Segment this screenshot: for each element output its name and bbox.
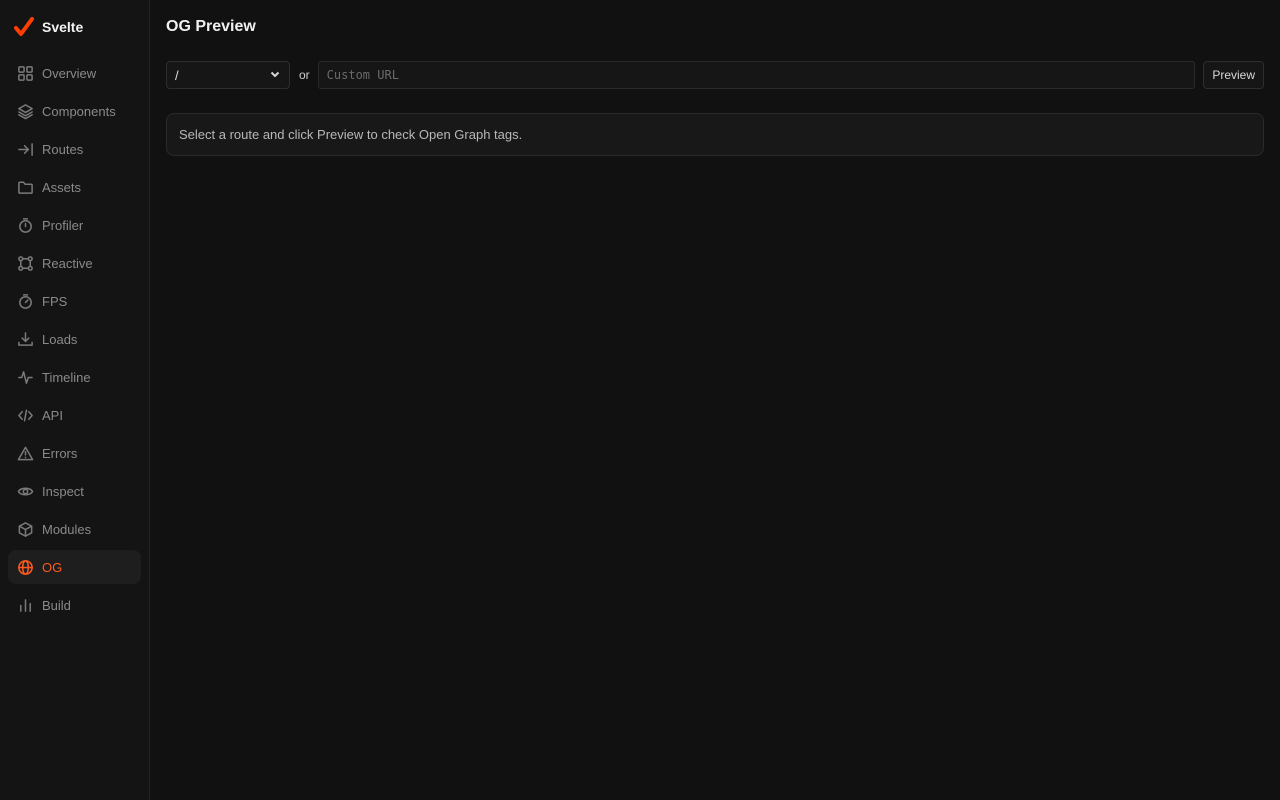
sidebar-item-label: Assets [42, 179, 82, 195]
sidebar-item-label: FPS [42, 293, 68, 309]
sidebar-item-label: Profiler [42, 217, 84, 233]
sidebar-item-build[interactable]: Build [8, 588, 141, 622]
sidebar-item-label: Components [42, 103, 116, 119]
sidebar-item-errors[interactable]: Errors [8, 436, 141, 470]
info-text: Select a route and click Preview to chec… [179, 127, 523, 142]
page-title: OG Preview [166, 18, 256, 35]
timer-icon [16, 292, 34, 310]
download-icon [16, 330, 34, 348]
sidebar-item-api[interactable]: API [8, 398, 141, 432]
route-select-value: / [175, 67, 179, 83]
main-content: OG Preview / or Preview Select a route a… [150, 0, 1280, 800]
sidebar-item-label: Overview [42, 65, 97, 81]
sidebar-item-label: Routes [42, 141, 84, 157]
sidebar-item-label: OG [42, 559, 63, 575]
pulse-icon [16, 368, 34, 386]
globe-icon [16, 558, 34, 576]
og-toolbar: / or Preview [166, 61, 1264, 89]
sidebar-item-label: Loads [42, 331, 78, 347]
sidebar: Svelte Overview Components Routes Assets… [0, 0, 150, 800]
warning-icon [16, 444, 34, 462]
sidebar-item-modules[interactable]: Modules [8, 512, 141, 546]
sidebar-item-profiler[interactable]: Profiler [8, 208, 141, 242]
brand: Svelte [0, 0, 149, 54]
sidebar-item-components[interactable]: Components [8, 94, 141, 128]
or-label: or [299, 68, 310, 82]
stopwatch-icon [16, 216, 34, 234]
chevron-down-icon [269, 68, 281, 83]
grid-icon [16, 64, 34, 82]
sidebar-nav: Overview Components Routes Assets Profil… [0, 54, 149, 628]
sidebar-item-label: Build [42, 597, 71, 613]
sidebar-item-label: Errors [42, 445, 78, 461]
layers-icon [16, 102, 34, 120]
sidebar-item-label: Timeline [42, 369, 91, 385]
info-message: Select a route and click Preview to chec… [166, 113, 1264, 156]
sidebar-item-routes[interactable]: Routes [8, 132, 141, 166]
sidebar-item-label: Modules [42, 521, 92, 537]
brand-name: Svelte [42, 19, 84, 35]
sidebar-item-label: Inspect [42, 483, 84, 499]
custom-url-input[interactable] [317, 61, 1196, 89]
sidebar-item-label: API [42, 407, 63, 423]
sidebar-item-label: Reactive [42, 255, 93, 271]
sidebar-item-loads[interactable]: Loads [8, 322, 141, 356]
app-root: Svelte Overview Components Routes Assets… [0, 0, 1280, 800]
sidebar-item-fps[interactable]: FPS [8, 284, 141, 318]
bar-chart-icon [16, 596, 34, 614]
sidebar-item-inspect[interactable]: Inspect [8, 474, 141, 508]
sidebar-item-assets[interactable]: Assets [8, 170, 141, 204]
eye-icon [16, 482, 34, 500]
code-icon [16, 406, 34, 424]
sidebar-item-og[interactable]: OG [8, 550, 141, 584]
route-select[interactable]: / [166, 61, 290, 89]
svelte-logo-icon [14, 17, 34, 36]
cube-icon [16, 520, 34, 538]
sidebar-item-overview[interactable]: Overview [8, 56, 141, 90]
sidebar-item-reactive[interactable]: Reactive [8, 246, 141, 280]
preview-button[interactable]: Preview [1203, 61, 1264, 89]
route-arrow-icon [16, 140, 34, 158]
sidebar-item-timeline[interactable]: Timeline [8, 360, 141, 394]
folder-icon [16, 178, 34, 196]
graph-nodes-icon [16, 254, 34, 272]
